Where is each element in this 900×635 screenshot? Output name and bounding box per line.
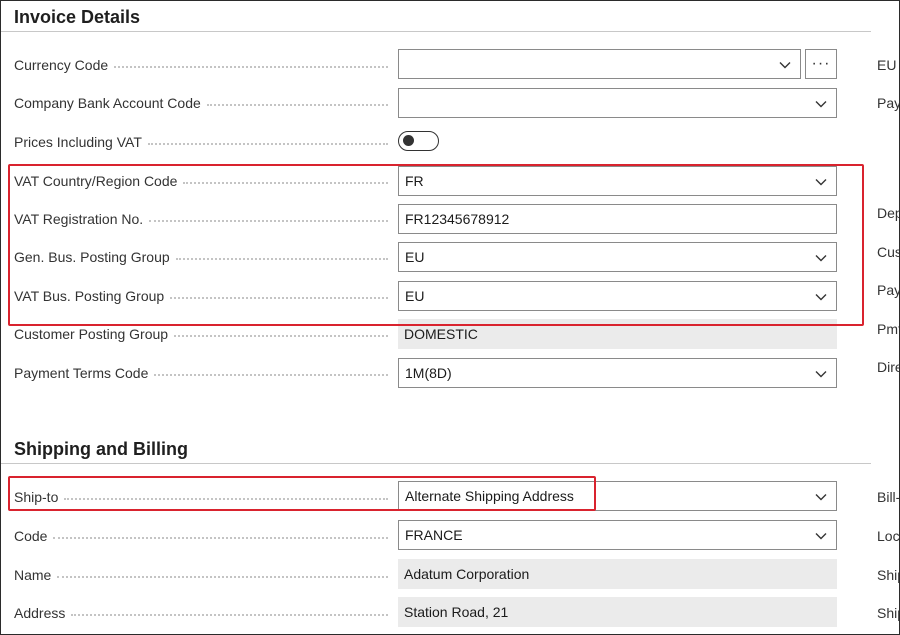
vat-country-value: FR: [405, 173, 424, 189]
vat-country-select[interactable]: FR: [398, 166, 837, 196]
vat-country-label-text: VAT Country/Region Code: [14, 173, 184, 189]
vat-bus-posting-value: EU: [405, 288, 425, 304]
right-column-label: Pmt: [877, 321, 900, 337]
customer-posting-readonly: DOMESTIC: [398, 319, 837, 349]
right-column-label: Dire: [877, 359, 899, 375]
gen-bus-posting-label-text: Gen. Bus. Posting Group: [14, 249, 176, 265]
section-title-shipping-billing: Shipping and Billing: [14, 439, 188, 459]
ship-to-label: Ship-to: [14, 487, 394, 507]
vat-reg-no-value: FR12345678912: [405, 211, 510, 227]
right-column-label: Cus: [877, 244, 900, 260]
right-column-label: Ship: [877, 605, 899, 621]
ellipsis-icon: ···: [811, 55, 831, 72]
currency-code-select[interactable]: [398, 49, 801, 79]
ship-address-value: Station Road, 21: [404, 604, 509, 620]
prices-incl-vat-label-text: Prices Including VAT: [14, 134, 148, 150]
leader-dots: [147, 143, 388, 145]
right-column-label: Loc: [877, 528, 900, 544]
ship-name-label-text: Name: [14, 567, 58, 583]
leader-dots: [64, 498, 388, 500]
chevron-down-icon: [814, 97, 828, 111]
payment-terms-value: 1M(8D): [405, 365, 452, 381]
ship-address-label: Address: [14, 603, 394, 623]
chevron-down-icon: [814, 367, 828, 381]
leader-dots: [170, 297, 388, 299]
leader-dots: [206, 104, 388, 106]
prices-incl-vat-label: Prices Including VAT: [14, 132, 394, 152]
right-column-label: Pay: [877, 95, 900, 111]
bank-account-select[interactable]: [398, 88, 837, 118]
toggle-knob: [403, 135, 414, 146]
ship-code-label: Code: [14, 526, 394, 546]
invoice-card-page: Invoice Details Currency Code ··· Compan…: [0, 0, 900, 635]
chevron-down-icon: [814, 251, 828, 265]
ship-address-label-text: Address: [14, 605, 72, 621]
right-column-label: Pay: [877, 282, 900, 298]
ship-code-value: FRANCE: [405, 527, 463, 543]
leader-dots: [149, 220, 388, 222]
ship-name-label: Name: [14, 565, 394, 585]
currency-lookup-button[interactable]: ···: [805, 49, 837, 79]
leader-dots: [175, 258, 388, 260]
customer-posting-label-text: Customer Posting Group: [14, 326, 175, 342]
chevron-down-icon: [814, 290, 828, 304]
gen-bus-posting-value: EU: [405, 249, 425, 265]
gen-bus-posting-label: Gen. Bus. Posting Group: [14, 247, 394, 267]
prices-incl-vat-toggle[interactable]: [398, 131, 439, 151]
payment-terms-label: Payment Terms Code: [14, 363, 394, 383]
right-column-label: Dep: [877, 205, 899, 221]
bank-account-label: Company Bank Account Code: [14, 93, 394, 113]
chevron-down-icon: [814, 529, 828, 543]
leader-dots: [57, 576, 388, 578]
vat-bus-posting-label-text: VAT Bus. Posting Group: [14, 288, 171, 304]
chevron-down-icon: [778, 58, 792, 72]
chevron-down-icon: [814, 490, 828, 504]
bank-account-label-text: Company Bank Account Code: [14, 95, 207, 111]
section-title-invoice-details: Invoice Details: [14, 7, 141, 27]
vat-reg-no-input[interactable]: FR12345678912: [398, 204, 837, 234]
vat-bus-posting-label: VAT Bus. Posting Group: [14, 286, 394, 306]
ship-to-label-text: Ship-to: [14, 489, 65, 505]
ship-code-select[interactable]: FRANCE: [398, 520, 837, 550]
currency-code-label: Currency Code: [14, 55, 394, 75]
leader-dots: [114, 66, 388, 68]
ship-address-readonly: Station Road, 21: [398, 597, 837, 627]
leader-dots: [53, 537, 388, 539]
ship-to-select[interactable]: Alternate Shipping Address: [398, 481, 837, 511]
section-divider: [1, 463, 871, 464]
leader-dots: [71, 614, 388, 616]
currency-code-label-text: Currency Code: [14, 57, 115, 73]
vat-reg-no-label: VAT Registration No.: [14, 209, 394, 229]
ship-name-readonly: Adatum Corporation: [398, 559, 837, 589]
right-column-label: Bill-: [877, 489, 900, 505]
vat-reg-no-label-text: VAT Registration No.: [14, 211, 150, 227]
section-divider: [1, 31, 871, 32]
vat-bus-posting-select[interactable]: EU: [398, 281, 837, 311]
leader-dots: [183, 182, 388, 184]
ship-code-label-text: Code: [14, 528, 54, 544]
gen-bus-posting-select[interactable]: EU: [398, 242, 837, 272]
payment-terms-select[interactable]: 1M(8D): [398, 358, 837, 388]
customer-posting-value: DOMESTIC: [404, 326, 478, 342]
vat-country-label: VAT Country/Region Code: [14, 171, 394, 191]
ship-name-value: Adatum Corporation: [404, 566, 530, 582]
right-column-label: EU: [877, 57, 897, 73]
customer-posting-label: Customer Posting Group: [14, 324, 394, 344]
right-column-label: Ship: [877, 567, 899, 583]
leader-dots: [174, 335, 388, 337]
payment-terms-label-text: Payment Terms Code: [14, 365, 155, 381]
ship-to-value: Alternate Shipping Address: [405, 488, 574, 504]
leader-dots: [154, 374, 388, 376]
chevron-down-icon: [814, 175, 828, 189]
